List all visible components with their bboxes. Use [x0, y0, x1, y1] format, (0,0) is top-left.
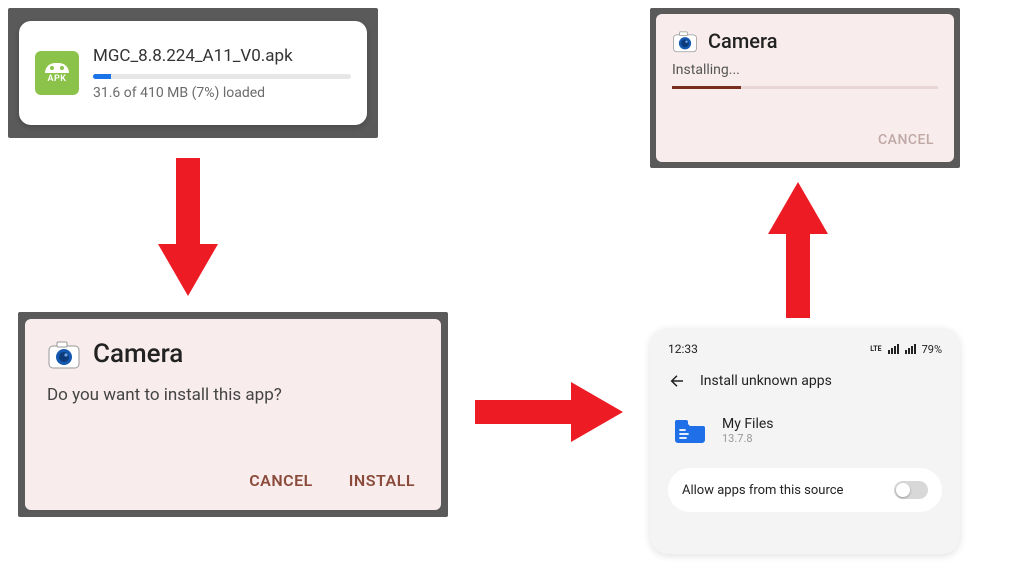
- installing-progress-fill: [672, 86, 741, 89]
- flow-arrow-down-1: [148, 158, 228, 298]
- allow-label: Allow apps from this source: [682, 483, 843, 498]
- installing-actions: CANCEL: [672, 128, 938, 152]
- installing-panel: Camera Installing... CANCEL: [650, 8, 960, 168]
- install-prompt-actions: CANCEL INSTALL: [47, 465, 419, 496]
- install-prompt-panel: Camera Do you want to install this app? …: [18, 312, 448, 517]
- install-prompt: Camera Do you want to install this app? …: [25, 319, 441, 510]
- allow-toggle[interactable]: [894, 481, 928, 499]
- download-body: MGC_8.8.224_A11_V0.apk 31.6 of 410 MB (7…: [93, 46, 351, 101]
- cancel-button[interactable]: CANCEL: [874, 128, 938, 152]
- apk-icon-label: APK: [48, 74, 67, 84]
- download-progress-bar: [93, 74, 351, 79]
- download-card[interactable]: APK MGC_8.8.224_A11_V0.apk 31.6 of 410 M…: [19, 21, 367, 125]
- flow-arrow-up: [758, 182, 838, 318]
- app-row: My Files 13.7.8: [668, 412, 942, 448]
- camera-icon: [47, 337, 81, 371]
- app-name: My Files: [722, 416, 774, 432]
- volte-icon: LTE: [870, 345, 881, 353]
- settings-title: Install unknown apps: [700, 373, 832, 389]
- status-bar: 12:33 LTE 79%: [668, 342, 942, 356]
- signal-icon-2: [905, 344, 916, 354]
- allow-row: Allow apps from this source: [668, 468, 942, 512]
- install-button[interactable]: INSTALL: [345, 465, 419, 496]
- app-info: My Files 13.7.8: [722, 416, 774, 445]
- install-prompt-header: Camera: [47, 337, 419, 371]
- signal-icon: [888, 344, 899, 354]
- download-filename: MGC_8.8.224_A11_V0.apk: [93, 46, 351, 66]
- battery-text: 79%: [922, 343, 942, 356]
- settings-header: Install unknown apps: [668, 372, 942, 390]
- toggle-knob: [896, 483, 910, 497]
- cancel-button[interactable]: CANCEL: [245, 465, 317, 496]
- status-time: 12:33: [668, 342, 698, 356]
- status-indicators: LTE 79%: [870, 343, 942, 356]
- apk-icon: APK: [35, 51, 79, 95]
- flow-arrow-right: [475, 372, 625, 452]
- download-progress-fill: [93, 74, 111, 79]
- installing-progress-bar: [672, 86, 938, 89]
- app-version: 13.7.8: [722, 432, 774, 445]
- install-prompt-title: Camera: [93, 339, 183, 369]
- installing-header: Camera: [672, 28, 938, 54]
- download-panel: APK MGC_8.8.224_A11_V0.apk 31.6 of 410 M…: [8, 8, 378, 138]
- settings-panel: 12:33 LTE 79% Install unknown apps My Fi…: [650, 328, 960, 554]
- download-status: 31.6 of 410 MB (7%) loaded: [93, 85, 351, 101]
- install-prompt-message: Do you want to install this app?: [47, 385, 419, 465]
- folder-icon: [672, 412, 708, 448]
- installing-dialog: Camera Installing... CANCEL: [656, 14, 954, 162]
- back-icon[interactable]: [668, 372, 686, 390]
- installing-status: Installing...: [672, 62, 938, 78]
- camera-icon: [672, 28, 698, 54]
- installing-title: Camera: [708, 29, 777, 53]
